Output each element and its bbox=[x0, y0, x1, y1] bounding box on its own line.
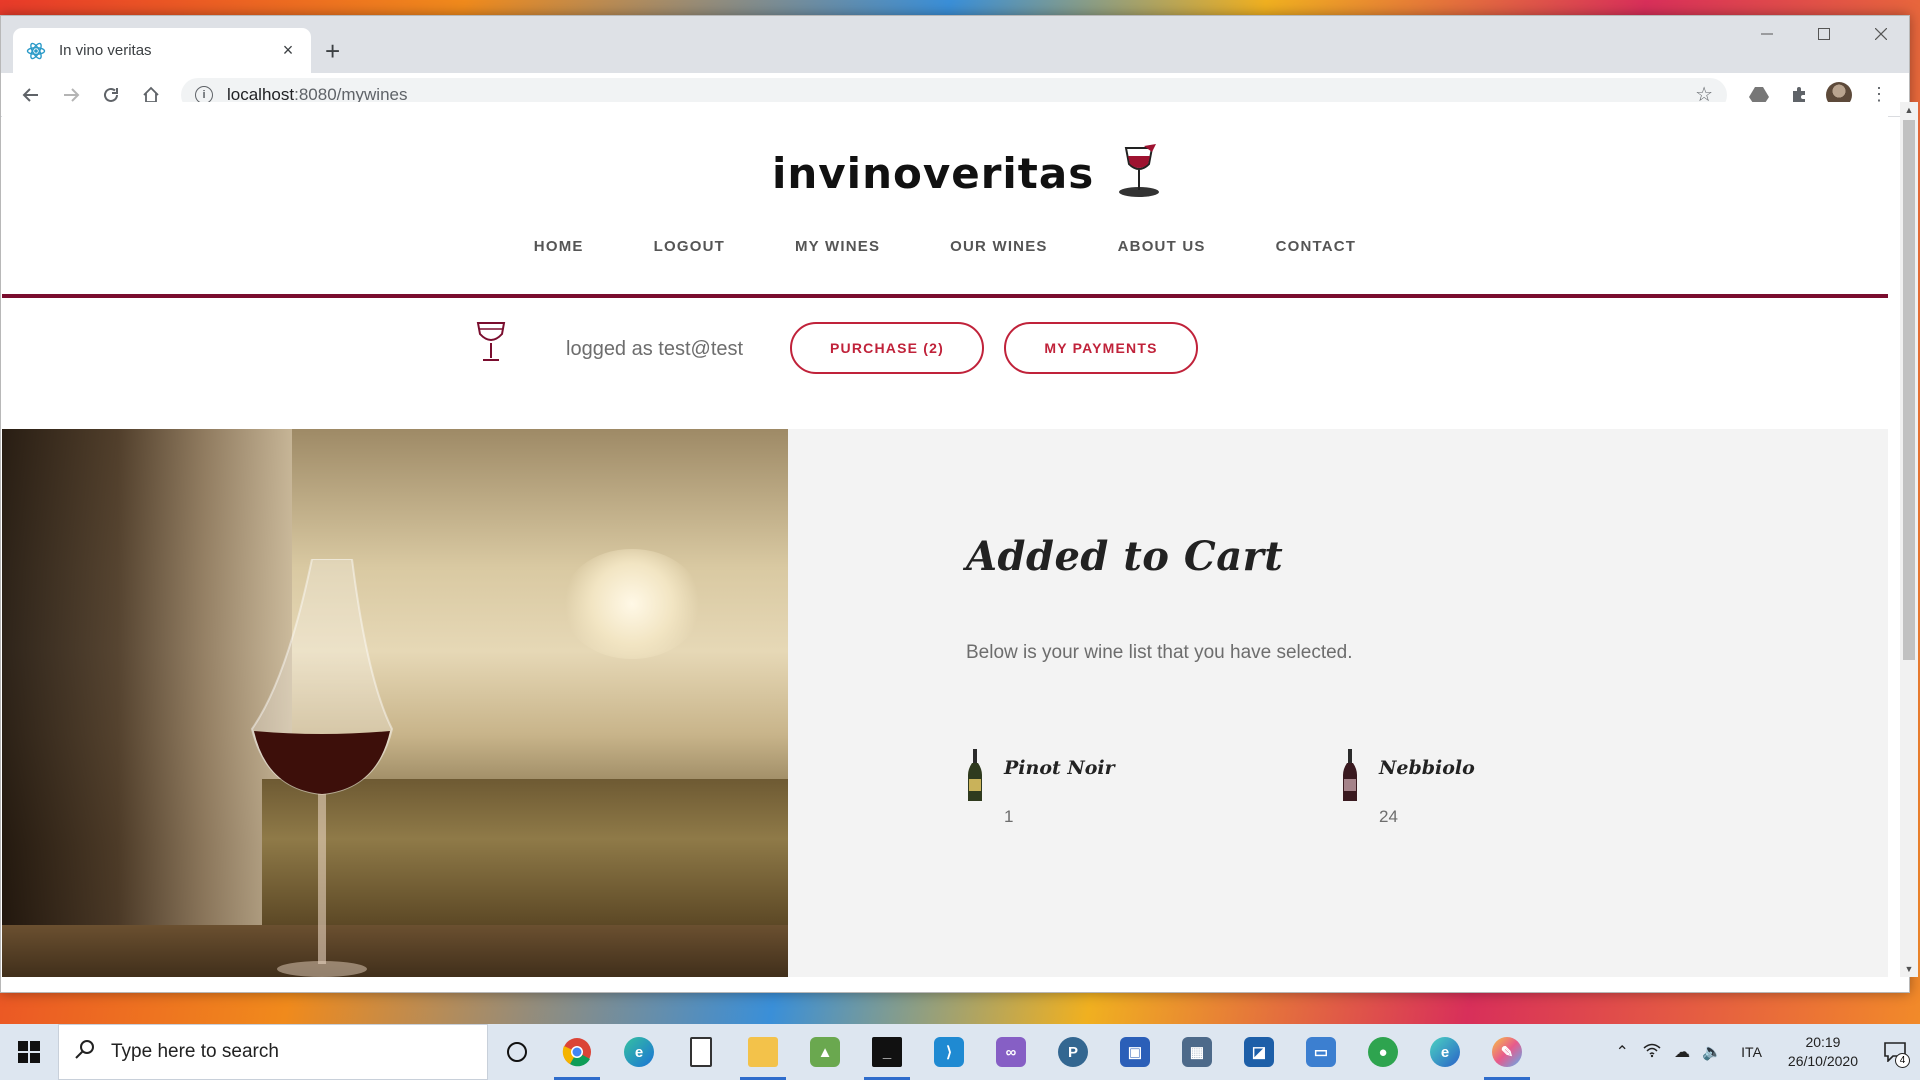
cart-item[interactable]: Pinot Noir 1 bbox=[966, 749, 1266, 839]
page-viewport: invinoveritas HOME LOGOUT MY WINES OUR W… bbox=[2, 102, 1888, 977]
nav-our-wines[interactable]: OUR WINES bbox=[915, 238, 1082, 255]
postgres-taskbar-icon[interactable]: P bbox=[1042, 1024, 1104, 1080]
nav-home[interactable]: HOME bbox=[499, 238, 619, 255]
my-payments-button[interactable]: MY PAYMENTS bbox=[1004, 322, 1198, 374]
clock-time: 20:19 bbox=[1805, 1034, 1841, 1050]
purchase-button[interactable]: PURCHASE (2) bbox=[790, 322, 984, 374]
chevron-up-icon[interactable]: ⌃ bbox=[1607, 1042, 1637, 1062]
file-taskbar-icon[interactable] bbox=[670, 1024, 732, 1080]
maps-taskbar-icon[interactable]: ● bbox=[1352, 1024, 1414, 1080]
nav-logout[interactable]: LOGOUT bbox=[619, 238, 760, 255]
volume-icon[interactable]: 🔈 bbox=[1697, 1042, 1727, 1062]
edge-taskbar-icon[interactable]: e bbox=[608, 1024, 670, 1080]
clock-date: 26/10/2020 bbox=[1787, 1053, 1858, 1069]
window-app-taskbar-icon[interactable]: ▭ bbox=[1290, 1024, 1352, 1080]
vscode-taskbar-icon[interactable]: ⟩ bbox=[918, 1024, 980, 1080]
system-tray: ⌃ ☁ 🔈 ITA 20:19 26/10/2020 4 bbox=[1607, 1024, 1920, 1080]
react-favicon-icon bbox=[25, 40, 47, 62]
wine-glass-icon bbox=[474, 320, 508, 369]
wine-glass-hero-image bbox=[2, 429, 788, 977]
terminal-taskbar-icon[interactable]: _ bbox=[856, 1024, 918, 1080]
cortana-icon bbox=[507, 1042, 527, 1062]
new-tab-button[interactable]: + bbox=[325, 38, 340, 64]
window-controls bbox=[1738, 16, 1909, 52]
wine-glass-logo-icon bbox=[1116, 144, 1162, 203]
logo-text: invinoveritas bbox=[772, 149, 1095, 198]
visual-studio-taskbar-icon[interactable]: ∞ bbox=[980, 1024, 1042, 1080]
browser-tab[interactable]: In vino veritas × bbox=[13, 28, 311, 73]
page-scrollbar[interactable]: ▲ ▼ bbox=[1900, 102, 1918, 977]
image-app-taskbar-icon[interactable]: ▲ bbox=[794, 1024, 856, 1080]
cart-title: Added to Cart bbox=[966, 533, 1284, 580]
notification-center-button[interactable]: 4 bbox=[1870, 1024, 1920, 1080]
search-icon bbox=[75, 1039, 95, 1065]
scroll-up-arrow[interactable]: ▲ bbox=[1900, 102, 1918, 118]
wine-bottle-icon bbox=[966, 749, 984, 808]
wine-name: Nebbiolo bbox=[1379, 757, 1475, 779]
user-bar: logged as test@test PURCHASE (2) MY PAYM… bbox=[2, 298, 1888, 425]
tab-close-icon[interactable]: × bbox=[277, 40, 299, 61]
network-icon[interactable] bbox=[1637, 1042, 1667, 1063]
wine-quantity: 24 bbox=[1379, 807, 1398, 826]
app-taskbar-icon[interactable]: ◪ bbox=[1228, 1024, 1290, 1080]
cart-item[interactable]: Nebbiolo 24 bbox=[1341, 749, 1641, 839]
paint-taskbar-icon[interactable]: ✎ bbox=[1476, 1024, 1538, 1080]
cloud-icon[interactable]: ☁ bbox=[1667, 1042, 1697, 1062]
scroll-thumb[interactable] bbox=[1903, 120, 1915, 660]
start-button[interactable] bbox=[0, 1024, 58, 1080]
taskbar-search-input[interactable]: Type here to search bbox=[58, 1024, 488, 1080]
clock[interactable]: 20:19 26/10/2020 bbox=[1788, 1033, 1858, 1071]
chrome-taskbar-icon[interactable] bbox=[546, 1024, 608, 1080]
cart-subtitle: Below is your wine list that you have se… bbox=[966, 642, 1353, 663]
file-explorer-taskbar-icon[interactable] bbox=[732, 1024, 794, 1080]
content-section: Added to Cart Below is your wine list th… bbox=[2, 429, 1888, 977]
browser-titlebar: In vino veritas × + bbox=[1, 16, 1909, 73]
windows-logo-icon bbox=[18, 1041, 40, 1063]
wine-name: Pinot Noir bbox=[1004, 757, 1115, 779]
taskbar-apps: e ▲ _ ⟩ ∞ P ▣ ▦ ◪ ▭ ● e ✎ bbox=[546, 1024, 1538, 1080]
search-placeholder: Type here to search bbox=[111, 1041, 279, 1062]
nav-about-us[interactable]: ABOUT US bbox=[1083, 238, 1241, 255]
cortana-button[interactable] bbox=[488, 1024, 546, 1080]
cart-panel: Added to Cart Below is your wine list th… bbox=[788, 429, 1888, 977]
site-info-icon[interactable]: i bbox=[195, 85, 213, 104]
close-window-button[interactable] bbox=[1852, 16, 1909, 52]
wine-quantity: 1 bbox=[1004, 807, 1014, 826]
remote-desktop-taskbar-icon[interactable]: ▣ bbox=[1104, 1024, 1166, 1080]
site-header: invinoveritas HOME LOGOUT MY WINES OUR W… bbox=[2, 102, 1888, 298]
edge-dev-taskbar-icon[interactable]: e bbox=[1414, 1024, 1476, 1080]
nav-contact[interactable]: CONTACT bbox=[1241, 238, 1392, 255]
maximize-button[interactable] bbox=[1795, 16, 1852, 52]
calculator-taskbar-icon[interactable]: ▦ bbox=[1166, 1024, 1228, 1080]
windows-taskbar: Type here to search e ▲ _ ⟩ ∞ P ▣ ▦ ◪ ▭ … bbox=[0, 1024, 1920, 1080]
scroll-down-arrow[interactable]: ▼ bbox=[1900, 961, 1918, 977]
logged-user-text: logged as test@test bbox=[566, 338, 744, 360]
minimize-button[interactable] bbox=[1738, 16, 1795, 52]
language-indicator[interactable]: ITA bbox=[1741, 1044, 1762, 1060]
tab-title: In vino veritas bbox=[59, 42, 152, 59]
wine-bottle-icon bbox=[1341, 749, 1359, 808]
notification-count-badge: 4 bbox=[1895, 1053, 1910, 1068]
main-nav: HOME LOGOUT MY WINES OUR WINES ABOUT US … bbox=[2, 238, 1888, 255]
site-logo[interactable]: invinoveritas bbox=[772, 144, 1162, 203]
nav-my-wines[interactable]: MY WINES bbox=[760, 238, 915, 255]
